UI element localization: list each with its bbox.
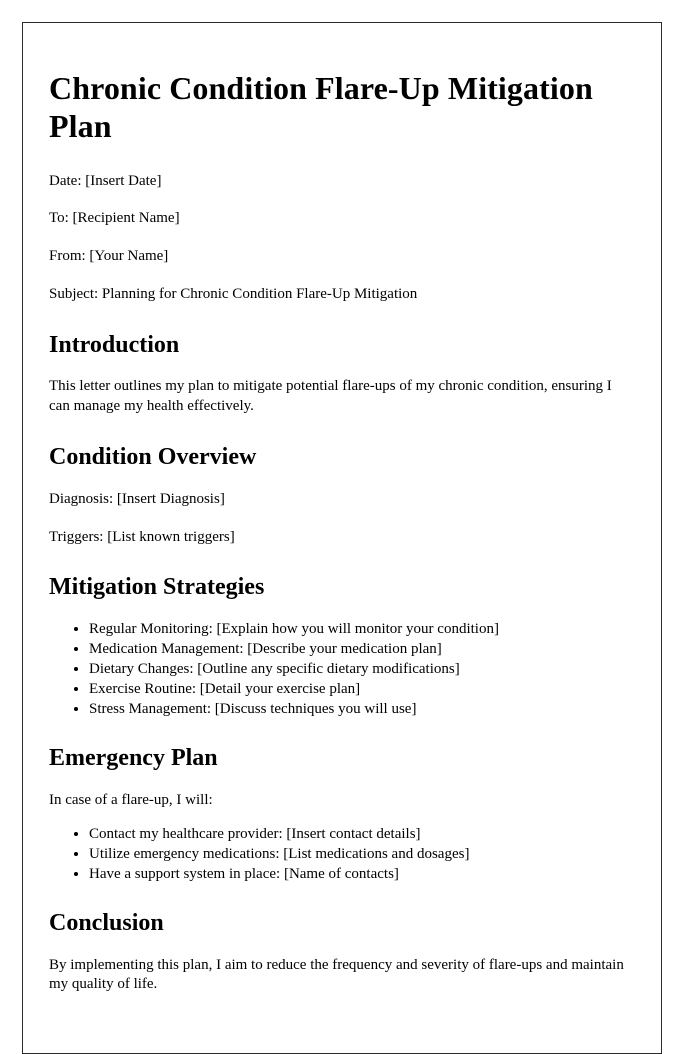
section-heading-mitigation-strategies: Mitigation Strategies [49,574,265,601]
section-emergency-plan: Emergency Plan In case of a flare-up, I … [49,744,632,883]
list-item: Contact my healthcare provider: [Insert … [89,825,632,843]
list-item: Stress Management: [Discuss techniques y… [89,700,632,718]
introduction-paragraph: This letter outlines my plan to mitigate… [49,378,612,415]
section-conclusion: Conclusion By implementing this plan, I … [49,909,632,995]
list-item: Have a support system in place: [Name of… [89,865,632,883]
section-introduction: Introduction This letter outlines my pla… [49,331,632,417]
letter-header-block: Date: [Insert Date] To: [Recipient Name]… [49,172,632,305]
section-condition-overview: Condition Overview Diagnosis: [Insert Di… [49,443,632,547]
section-heading-conclusion: Conclusion [49,909,164,936]
emergency-plan-list: Contact my healthcare provider: [Insert … [49,825,632,883]
page-title: Chronic Condition Flare-Up Mitigation Pl… [49,70,593,144]
triggers-line: Triggers: [List known triggers] [49,528,235,545]
list-item: Exercise Routine: [Detail your exercise … [89,680,632,698]
sender-line: From: [Your Name] [49,248,169,265]
section-heading-introduction: Introduction [49,331,180,358]
emergency-plan-intro: In case of a flare-up, I will: [49,792,213,809]
list-item: Dietary Changes: [Outline any specific d… [89,660,632,678]
conclusion-paragraph: By implementing this plan, I aim to redu… [49,956,624,993]
list-item: Utilize emergency medications: [List med… [89,845,632,863]
list-item: Regular Monitoring: [Explain how you wil… [89,620,632,638]
subject-line: Subject: Planning for Chronic Condition … [49,285,418,302]
section-mitigation-strategies: Mitigation Strategies Regular Monitoring… [49,573,632,718]
list-item: Medication Management: [Describe your me… [89,640,632,658]
document-page: Chronic Condition Flare-Up Mitigation Pl… [22,22,662,1054]
diagnosis-line: Diagnosis: [Insert Diagnosis] [49,490,225,507]
document-body: Chronic Condition Flare-Up Mitigation Pl… [49,70,632,995]
section-heading-emergency-plan: Emergency Plan [49,745,218,772]
date-line: Date: [Insert Date] [49,172,162,189]
recipient-line: To: [Recipient Name] [49,210,180,227]
mitigation-strategies-list: Regular Monitoring: [Explain how you wil… [49,620,632,718]
section-heading-condition-overview: Condition Overview [49,444,257,471]
